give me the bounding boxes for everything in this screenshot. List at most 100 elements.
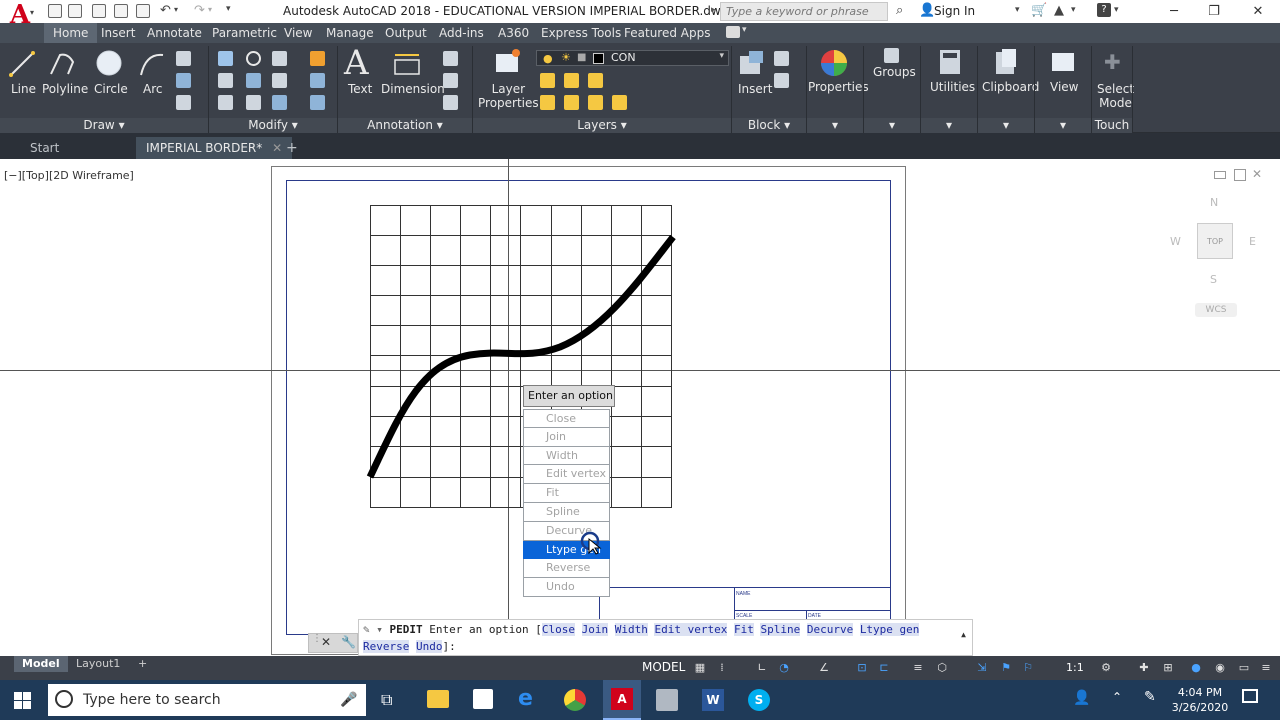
new-file-icon[interactable] — [48, 4, 62, 18]
dimension-label[interactable]: Dimension — [381, 82, 445, 96]
save-as-icon[interactable] — [114, 4, 128, 18]
customize-qat-icon[interactable]: ▾ — [226, 4, 231, 14]
clipboard-label[interactable]: Clipboard — [982, 80, 1039, 94]
move-icon[interactable] — [218, 51, 233, 66]
touch-panel-title[interactable]: Touch — [1092, 118, 1132, 133]
menu-item-undo[interactable]: Undo — [523, 578, 610, 597]
chrome-icon[interactable] — [564, 689, 586, 711]
stretch-icon[interactable] — [218, 95, 233, 110]
layer-tool-icon[interactable] — [612, 95, 627, 110]
properties-icon[interactable] — [818, 47, 850, 79]
isolate-objects-icon[interactable]: ◉ — [1214, 662, 1226, 674]
pen-workspace-icon[interactable]: ✎ — [1144, 689, 1156, 705]
properties-panel-title[interactable]: ▾ — [807, 118, 863, 133]
tab-imperial-border[interactable]: IMPERIAL BORDER* ✕ — [136, 137, 293, 159]
annotation-visibility-icon[interactable]: ⚑ — [1000, 662, 1012, 674]
windows-start-icon[interactable] — [14, 692, 31, 709]
object-snap-icon[interactable]: ⊡ — [856, 662, 868, 674]
draw-panel-title[interactable]: Draw ▾ — [0, 118, 208, 133]
fillet-icon[interactable] — [272, 73, 287, 88]
utilities-icon[interactable] — [937, 48, 963, 76]
cart-icon[interactable]: 🛒 — [1031, 3, 1047, 18]
close-command-line-icon[interactable]: ✕ — [321, 635, 331, 649]
new-tab-button[interactable]: + — [276, 137, 308, 159]
tab-output[interactable]: Output — [385, 23, 427, 43]
layer-tool-icon[interactable] — [540, 73, 555, 88]
leader-icon[interactable] — [443, 51, 458, 66]
tab-view[interactable]: View — [284, 23, 312, 43]
viewport-controls-label[interactable]: [−][Top][2D Wireframe] — [4, 169, 134, 182]
erase-icon[interactable] — [310, 51, 325, 66]
tab-a360[interactable]: A360 — [498, 23, 529, 43]
snap-tracking-icon[interactable]: ⊏ — [878, 662, 890, 674]
polyline-icon[interactable] — [48, 50, 76, 78]
option-decurve[interactable]: Decurve — [806, 623, 854, 636]
array-icon[interactable] — [272, 95, 287, 110]
viewport-minimize-icon[interactable] — [1214, 171, 1226, 179]
store-icon[interactable] — [473, 689, 493, 709]
option-ltype-gen[interactable]: Ltype gen — [859, 623, 920, 636]
transparency-icon[interactable]: ⬡ — [936, 662, 948, 674]
view-icon[interactable] — [1050, 49, 1076, 75]
layer-tool-icon[interactable] — [588, 95, 603, 110]
tab-annotate[interactable]: Annotate — [147, 23, 202, 43]
chevron-down-icon[interactable]: ▾ — [1015, 5, 1020, 15]
edge-icon[interactable]: e — [518, 686, 533, 711]
hatch-icon[interactable] — [176, 73, 191, 88]
option-width[interactable]: Width — [614, 623, 648, 636]
user-icon[interactable]: 👤 — [919, 3, 935, 18]
command-line[interactable]: ✎ ▾ PEDIT Enter an option [Close Join Wi… — [358, 619, 973, 656]
file-explorer-icon[interactable] — [427, 690, 449, 708]
minimize-icon[interactable]: ─ — [1156, 2, 1192, 22]
command-history-icon[interactable]: ▲ — [961, 630, 966, 639]
option-join[interactable]: Join — [581, 623, 609, 636]
groups-panel-title[interactable]: ▾ — [864, 118, 920, 133]
cortana-icon[interactable] — [55, 690, 73, 708]
edit-block-icon[interactable] — [774, 73, 789, 88]
taskbar-search-input[interactable]: Type here to search — [48, 684, 366, 716]
mirror-icon[interactable] — [246, 73, 261, 88]
circle-icon[interactable] — [94, 48, 124, 78]
annotation-scale[interactable]: 1:1 — [1066, 661, 1084, 674]
gradient-icon[interactable] — [176, 95, 191, 110]
tab-layout1[interactable]: Layout1 — [68, 656, 128, 672]
sign-in-link[interactable]: Sign In — [934, 4, 975, 18]
text-icon[interactable]: A — [344, 45, 369, 81]
viewcube-west[interactable]: W — [1170, 235, 1181, 248]
viewcube-south[interactable]: S — [1210, 273, 1217, 286]
close-icon[interactable]: ✕ — [1240, 2, 1276, 22]
menu-item-edit-vertex[interactable]: Edit vertex — [523, 465, 610, 485]
menu-item-close[interactable]: Close — [523, 409, 610, 428]
option-reverse[interactable]: Reverse — [363, 640, 410, 653]
offset-icon[interactable] — [310, 95, 325, 110]
customize-wrench-icon[interactable]: 🔧 — [341, 635, 356, 649]
clipboard-panel-title[interactable]: ▾ — [978, 118, 1034, 133]
layer-dropdown[interactable]: ● ☀ ■ CON ▾ — [536, 50, 729, 66]
menu-item-width[interactable]: Width — [523, 446, 610, 466]
menu-item-join[interactable]: Join — [523, 427, 610, 447]
layer-tool-icon[interactable] — [588, 73, 603, 88]
add-layout-button[interactable]: + — [130, 656, 155, 672]
ortho-icon[interactable]: ∟ — [756, 662, 768, 674]
table-icon[interactable] — [443, 95, 458, 110]
chevron-down-icon[interactable]: ▾ — [208, 5, 212, 14]
people-icon[interactable]: 👤 — [1073, 690, 1090, 706]
arc-label[interactable]: Arc — [143, 82, 162, 96]
menu-item-reverse[interactable]: Reverse — [523, 559, 610, 579]
tab-home[interactable]: Home — [44, 23, 98, 43]
task-view-icon[interactable]: ⧉ — [381, 690, 392, 710]
ucs-menu[interactable]: WCS — [1195, 303, 1237, 317]
action-center-icon[interactable] — [1242, 689, 1258, 703]
view-panel-title[interactable]: ▾ — [1035, 118, 1091, 133]
chevron-down-icon[interactable]: ▾ — [30, 8, 34, 17]
rotate-icon[interactable] — [246, 51, 261, 66]
binoculars-icon[interactable]: ⌕ — [896, 3, 903, 18]
annotation-panel-title[interactable]: Annotation ▾ — [338, 118, 472, 133]
line-label[interactable]: Line — [11, 82, 36, 96]
customization-icon[interactable]: ≡ — [1260, 662, 1272, 674]
tab-manage[interactable]: Manage — [326, 23, 374, 43]
text-label[interactable]: Text — [348, 82, 372, 96]
selection-cycling-icon[interactable]: ⇲ — [976, 662, 988, 674]
insert-block-icon[interactable] — [737, 48, 767, 78]
viewcube-top-face[interactable]: TOP — [1197, 223, 1233, 259]
